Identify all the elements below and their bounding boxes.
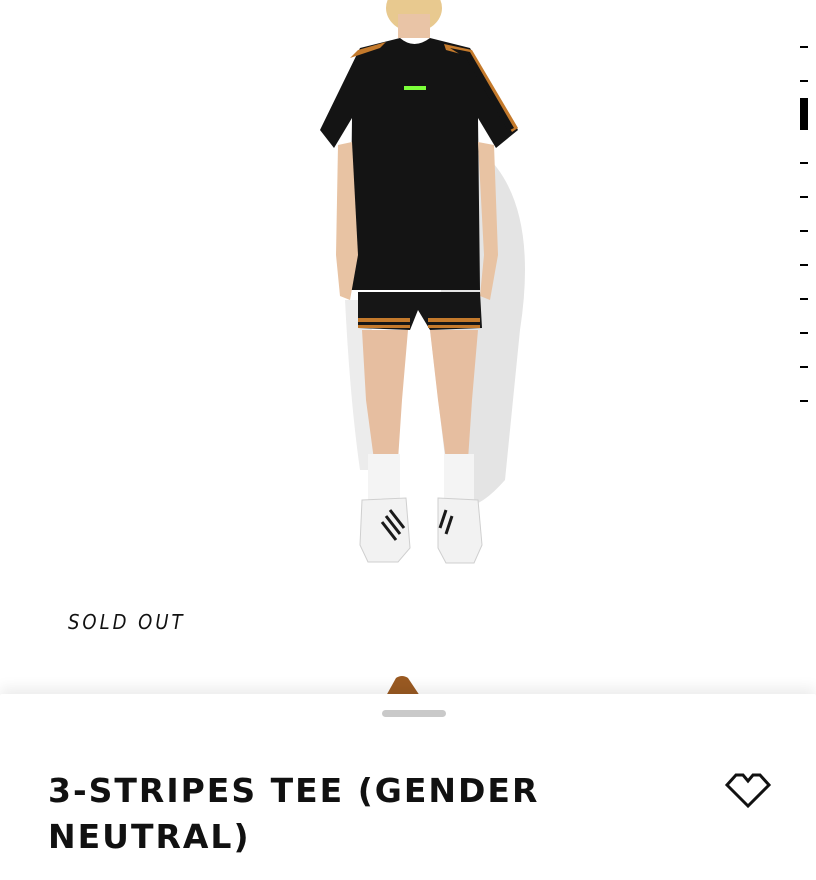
wishlist-button[interactable] <box>722 770 774 810</box>
pager-tick[interactable] <box>800 162 808 164</box>
pager-tick[interactable] <box>800 264 808 266</box>
pager-tick[interactable] <box>800 196 808 198</box>
heart-outline-icon <box>724 773 772 809</box>
product-image-gallery[interactable]: SOLD OUT <box>0 0 816 694</box>
pager-tick[interactable] <box>800 46 808 48</box>
pager-tick-active[interactable] <box>800 98 808 130</box>
pager-tick[interactable] <box>800 332 808 334</box>
pager-tick[interactable] <box>800 366 808 368</box>
next-image-peek <box>387 676 419 694</box>
pager-tick[interactable] <box>800 230 808 232</box>
pager-tick[interactable] <box>800 400 808 402</box>
sold-out-label: SOLD OUT <box>68 610 186 634</box>
sheet-grabber-handle[interactable] <box>382 710 446 717</box>
product-photo <box>320 0 525 564</box>
pager-tick[interactable] <box>800 298 808 300</box>
product-details-sheet[interactable]: 3-STRIPES TEE (GENDER NEUTRAL) <box>0 694 816 880</box>
product-title: 3-STRIPES TEE (GENDER NEUTRAL) <box>48 771 540 856</box>
pager-tick[interactable] <box>800 80 808 82</box>
